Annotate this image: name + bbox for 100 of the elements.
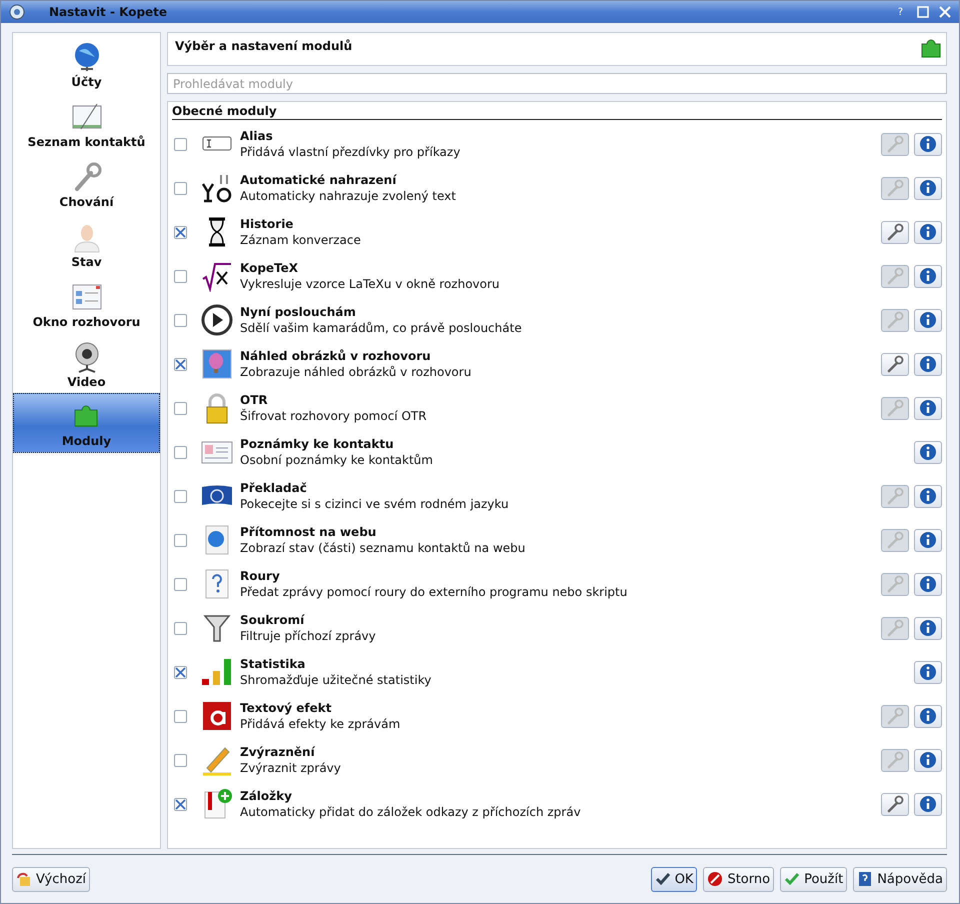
wrench-icon	[886, 795, 904, 813]
sidebar-label: Chování	[59, 195, 114, 209]
info-button[interactable]	[914, 660, 942, 684]
info-button[interactable]	[914, 440, 942, 464]
info-icon	[919, 795, 937, 813]
sidebar-item[interactable]: Stav	[13, 213, 160, 273]
checkbox[interactable]	[174, 358, 187, 370]
info-button[interactable]	[914, 484, 942, 508]
undo-icon	[16, 871, 32, 887]
module-name: Zvýraznění	[240, 744, 316, 760]
info-icon	[919, 399, 937, 417]
info-button[interactable]	[914, 352, 942, 376]
info-icon	[919, 267, 937, 285]
sidebar-label: Video	[67, 375, 106, 389]
square-root-icon	[201, 260, 233, 292]
sidebar-item[interactable]: Seznam kontaktů	[13, 93, 160, 153]
wrench-icon	[886, 531, 904, 549]
checkbox[interactable]	[174, 754, 187, 766]
checkbox[interactable]	[174, 402, 187, 414]
info-button[interactable]	[914, 616, 942, 640]
module-description: Zobrazuje náhled obrázků v rozhovoru	[240, 364, 472, 380]
puzzle-icon	[920, 37, 942, 59]
info-button[interactable]	[914, 528, 942, 552]
module-description: Automaticky nahrazuje zvolený text	[240, 188, 457, 204]
info-icon	[919, 223, 937, 241]
sidebar-item[interactable]: Chování	[13, 153, 160, 213]
module-description: Automaticky přidat do záložek odkazy z příchozích zpráv	[240, 804, 582, 820]
wrench-icon	[886, 575, 904, 593]
checkbox[interactable]	[174, 226, 187, 238]
maximize-icon[interactable]	[917, 6, 929, 18]
wrench-icon	[886, 135, 904, 153]
info-icon	[919, 751, 937, 769]
info-button[interactable]	[914, 264, 942, 288]
info-button[interactable]	[914, 704, 942, 728]
footer-button[interactable]: Nápověda	[853, 866, 947, 892]
info-button[interactable]	[914, 396, 942, 420]
help-icon	[857, 871, 874, 887]
checkbox[interactable]	[174, 578, 187, 590]
checkbox[interactable]	[174, 798, 187, 810]
module-description: Filtruje příchozí zprávy	[240, 628, 377, 644]
sidebar-item[interactable]: Video	[13, 333, 160, 393]
check-icon	[654, 871, 671, 887]
checkbox[interactable]	[174, 534, 187, 546]
configure-button[interactable]	[881, 220, 909, 244]
configure-button[interactable]	[881, 792, 909, 816]
info-icon	[919, 619, 937, 637]
footer-button[interactable]: Výchozí	[12, 866, 90, 892]
info-button[interactable]	[914, 308, 942, 332]
module-name: Překladač	[240, 480, 308, 496]
letters-icon	[201, 172, 233, 204]
sidebar-label: Seznam kontaktů	[28, 135, 146, 149]
module-name: Statistika	[240, 656, 306, 672]
footer-button[interactable]: Použít	[780, 866, 848, 892]
sidebar-item[interactable]: Moduly	[13, 393, 160, 453]
wrench-icon	[886, 311, 904, 329]
checkbox[interactable]	[174, 138, 187, 150]
module-description: Vykresluje vzorce LaTeXu v okně rozhovoru	[240, 276, 501, 292]
info-icon	[919, 531, 937, 549]
module-description: Šifrovat rozhovory pomocí OTR	[240, 408, 428, 424]
module-name: Roury	[240, 568, 281, 584]
checkbox[interactable]	[174, 710, 187, 722]
sidebar-label: Stav	[71, 255, 102, 269]
module-description: Přidává efekty ke zprávám	[240, 716, 402, 732]
info-icon	[919, 443, 937, 461]
module-name: Záložky	[240, 788, 293, 804]
configure-button[interactable]	[881, 352, 909, 376]
checkbox[interactable]	[174, 270, 187, 282]
info-icon	[919, 663, 937, 681]
search-field[interactable]: Prohledávat moduly	[167, 73, 947, 94]
sidebar-item[interactable]: Okno rozhovoru	[13, 273, 160, 333]
checkbox[interactable]	[174, 622, 187, 634]
wrench-icon	[886, 399, 904, 417]
info-button[interactable]	[914, 792, 942, 816]
sidebar-label: Účty	[71, 75, 102, 89]
help-button[interactable]: ?	[898, 6, 903, 18]
checkbox[interactable]	[174, 490, 187, 502]
info-button[interactable]	[914, 132, 942, 156]
footer-button[interactable]: OK	[650, 866, 698, 892]
module-name: Textový efekt	[240, 700, 332, 716]
sidebar-item[interactable]: Účty	[13, 33, 160, 93]
close-icon[interactable]	[939, 6, 951, 18]
sidebar-label: Okno rozhovoru	[32, 315, 140, 329]
stop-icon	[707, 871, 724, 887]
info-button[interactable]	[914, 748, 942, 772]
info-button[interactable]	[914, 572, 942, 596]
checkbox[interactable]	[174, 182, 187, 194]
checkbox[interactable]	[174, 446, 187, 458]
info-button[interactable]	[914, 176, 942, 200]
footer-button[interactable]: Storno	[703, 866, 774, 892]
module-name: Alias	[240, 128, 274, 144]
checkbox[interactable]	[174, 666, 187, 678]
info-button[interactable]	[914, 220, 942, 244]
checkbox[interactable]	[174, 314, 187, 326]
module-description: Pokecejte si s cizinci ve svém rodném jazyku	[240, 496, 510, 512]
window-title: Nastavit - Kopete	[49, 5, 168, 19]
module-description: Záznam konverzace	[240, 232, 362, 248]
info-icon	[919, 707, 937, 725]
module-description: Sdělí vašim kamarádům, co právě posloucháte	[240, 320, 523, 336]
module-name: Automatické nahrazení	[240, 172, 398, 188]
app-icon	[9, 4, 25, 20]
